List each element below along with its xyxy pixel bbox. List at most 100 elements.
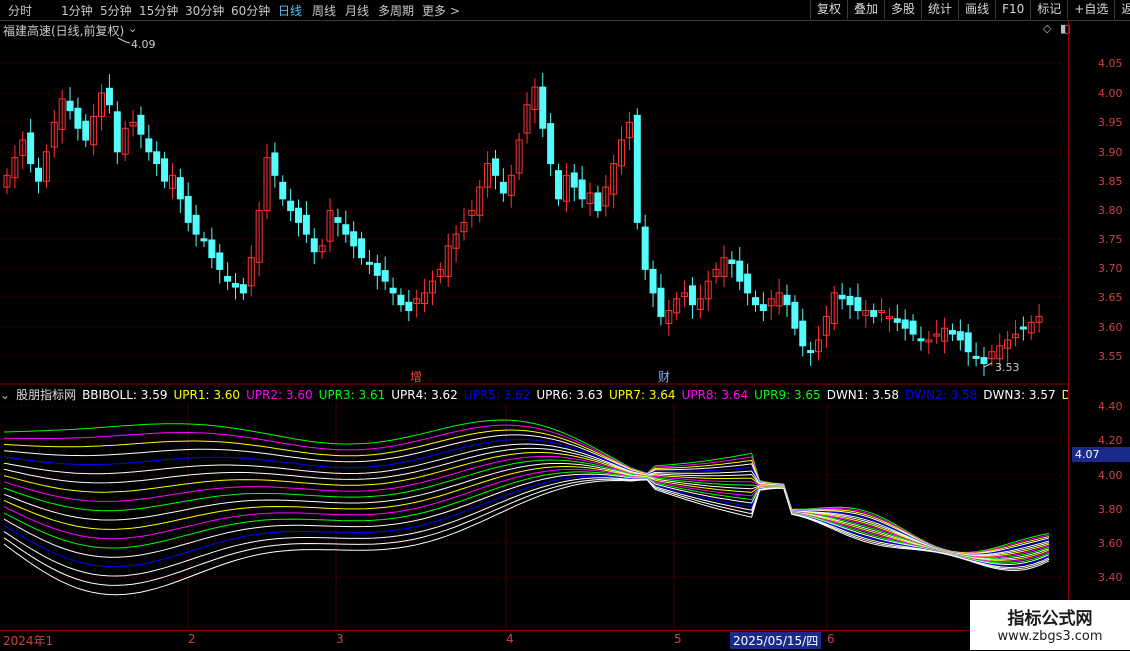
date-label: 3 (336, 632, 344, 646)
candle (948, 330, 956, 335)
f10-button[interactable]: F10 (995, 0, 1030, 19)
period-tab-1min[interactable]: 1分钟 (61, 2, 93, 19)
candle (972, 355, 980, 359)
candle (66, 100, 74, 112)
candle (909, 320, 917, 335)
candle (594, 192, 602, 212)
price-axis-label: 3.80 (1098, 204, 1123, 217)
candle (759, 304, 767, 312)
event-marker-cai[interactable]: 财 (658, 370, 670, 384)
candle (799, 320, 807, 347)
candle (964, 332, 972, 353)
overlay-button[interactable]: 叠加 (847, 0, 884, 19)
candle (870, 310, 878, 317)
candle (334, 217, 342, 223)
candle (295, 207, 303, 223)
date-label: 4 (506, 632, 514, 646)
candle (358, 238, 366, 259)
indicator-value-10: DWN1: 3.58 (826, 388, 899, 402)
mark-button[interactable]: 标记 (1030, 0, 1067, 19)
period-tab-30min[interactable]: 30分钟 (185, 2, 224, 19)
indicator-value-1: UPR1: 3.60 (173, 388, 241, 402)
period-toolbar: 分时 1分钟 5分钟 15分钟 30分钟 60分钟 日线 周线 月线 多周期 更… (0, 0, 1130, 21)
svg-text:4.09: 4.09 (131, 38, 156, 51)
indicator-value-6: UPR6: 3.63 (536, 388, 603, 402)
indicator-value-9: UPR9: 3.65 (754, 388, 821, 402)
indicator-value-8: UPR8: 3.64 (681, 388, 749, 402)
candle (578, 179, 586, 200)
adjust-button[interactable]: 复权 (810, 0, 847, 19)
low-marker: 3.53 (983, 361, 1020, 374)
draw-line-button[interactable]: 画线 (958, 0, 995, 19)
candle (184, 195, 192, 223)
candle (901, 319, 909, 329)
candle (744, 273, 752, 294)
candle (373, 263, 381, 276)
candle (231, 283, 239, 288)
candle (310, 238, 318, 253)
candle (105, 87, 113, 106)
candle (365, 261, 373, 265)
candle (405, 301, 413, 312)
indicator-value-7: UPR7: 3.64 (608, 388, 676, 402)
period-tab-5min[interactable]: 5分钟 (100, 2, 132, 19)
period-tab-weekly[interactable]: 周线 (312, 2, 336, 19)
candle (176, 177, 184, 200)
candle (192, 214, 200, 235)
candle (555, 170, 563, 200)
candle (350, 231, 358, 247)
multi-stock-button[interactable]: 多股 (884, 0, 921, 19)
price-axis-label: 3.85 (1098, 175, 1123, 188)
date-label: 5 (674, 632, 682, 646)
date-label: 2024年1 (3, 634, 54, 648)
candle (287, 200, 295, 212)
candle (153, 151, 161, 165)
candle (846, 295, 854, 306)
period-tab-15min[interactable]: 15分钟 (139, 2, 178, 19)
period-tab-fenshi[interactable]: 分时 (8, 2, 32, 19)
candle (239, 284, 247, 294)
candle (570, 172, 578, 188)
add-watchlist-button[interactable]: +自选 (1067, 0, 1114, 19)
candle (279, 181, 287, 200)
indicator-axis-label: 3.40 (1098, 571, 1123, 584)
indicator-name[interactable]: 股朋指标网 (16, 388, 76, 402)
candle (35, 167, 43, 182)
price-axis-label: 3.60 (1098, 321, 1123, 334)
candle (145, 138, 153, 153)
candle (27, 132, 35, 165)
event-marker-zeng[interactable]: 增 (410, 370, 422, 384)
period-tab-more[interactable]: 更多 > (422, 2, 460, 19)
period-tab-60min[interactable]: 60分钟 (231, 2, 270, 19)
candle (397, 294, 405, 306)
candle (389, 287, 397, 294)
candle (807, 350, 815, 354)
candle (917, 338, 925, 342)
price-axis-label: 3.95 (1098, 116, 1123, 129)
dwn-band-line (3, 475, 1050, 568)
candle (751, 297, 759, 306)
dwn-band-line (3, 471, 1050, 564)
candle (137, 114, 145, 135)
candle (271, 152, 279, 176)
period-tab-monthly[interactable]: 月线 (345, 2, 369, 19)
candle (649, 268, 657, 294)
back-button[interactable]: 返回 (1114, 0, 1130, 19)
candle (381, 270, 389, 282)
toolbar-actions: 复权 叠加 多股 统计 画线 F10 标记 +自选 返回 (810, 0, 1130, 20)
indicator-axis-label: 3.80 (1098, 503, 1123, 516)
high-marker: 4.09 (117, 37, 156, 51)
stats-button[interactable]: 统计 (921, 0, 958, 19)
period-tab-daily[interactable]: 日线 (278, 2, 302, 19)
candle (854, 297, 862, 312)
period-tab-multi[interactable]: 多周期 (378, 2, 414, 19)
indicator-value-3: UPR3: 3.61 (318, 388, 386, 402)
candle (633, 114, 641, 223)
candle (641, 226, 649, 270)
candle (736, 260, 744, 282)
price-axis-label: 3.75 (1098, 233, 1123, 246)
price-axis-label: 3.90 (1098, 146, 1123, 159)
chevron-down-icon[interactable]: ⌄ (0, 388, 10, 402)
candle (688, 285, 696, 306)
cursor-date: 2025/05/15/四 (730, 632, 822, 649)
